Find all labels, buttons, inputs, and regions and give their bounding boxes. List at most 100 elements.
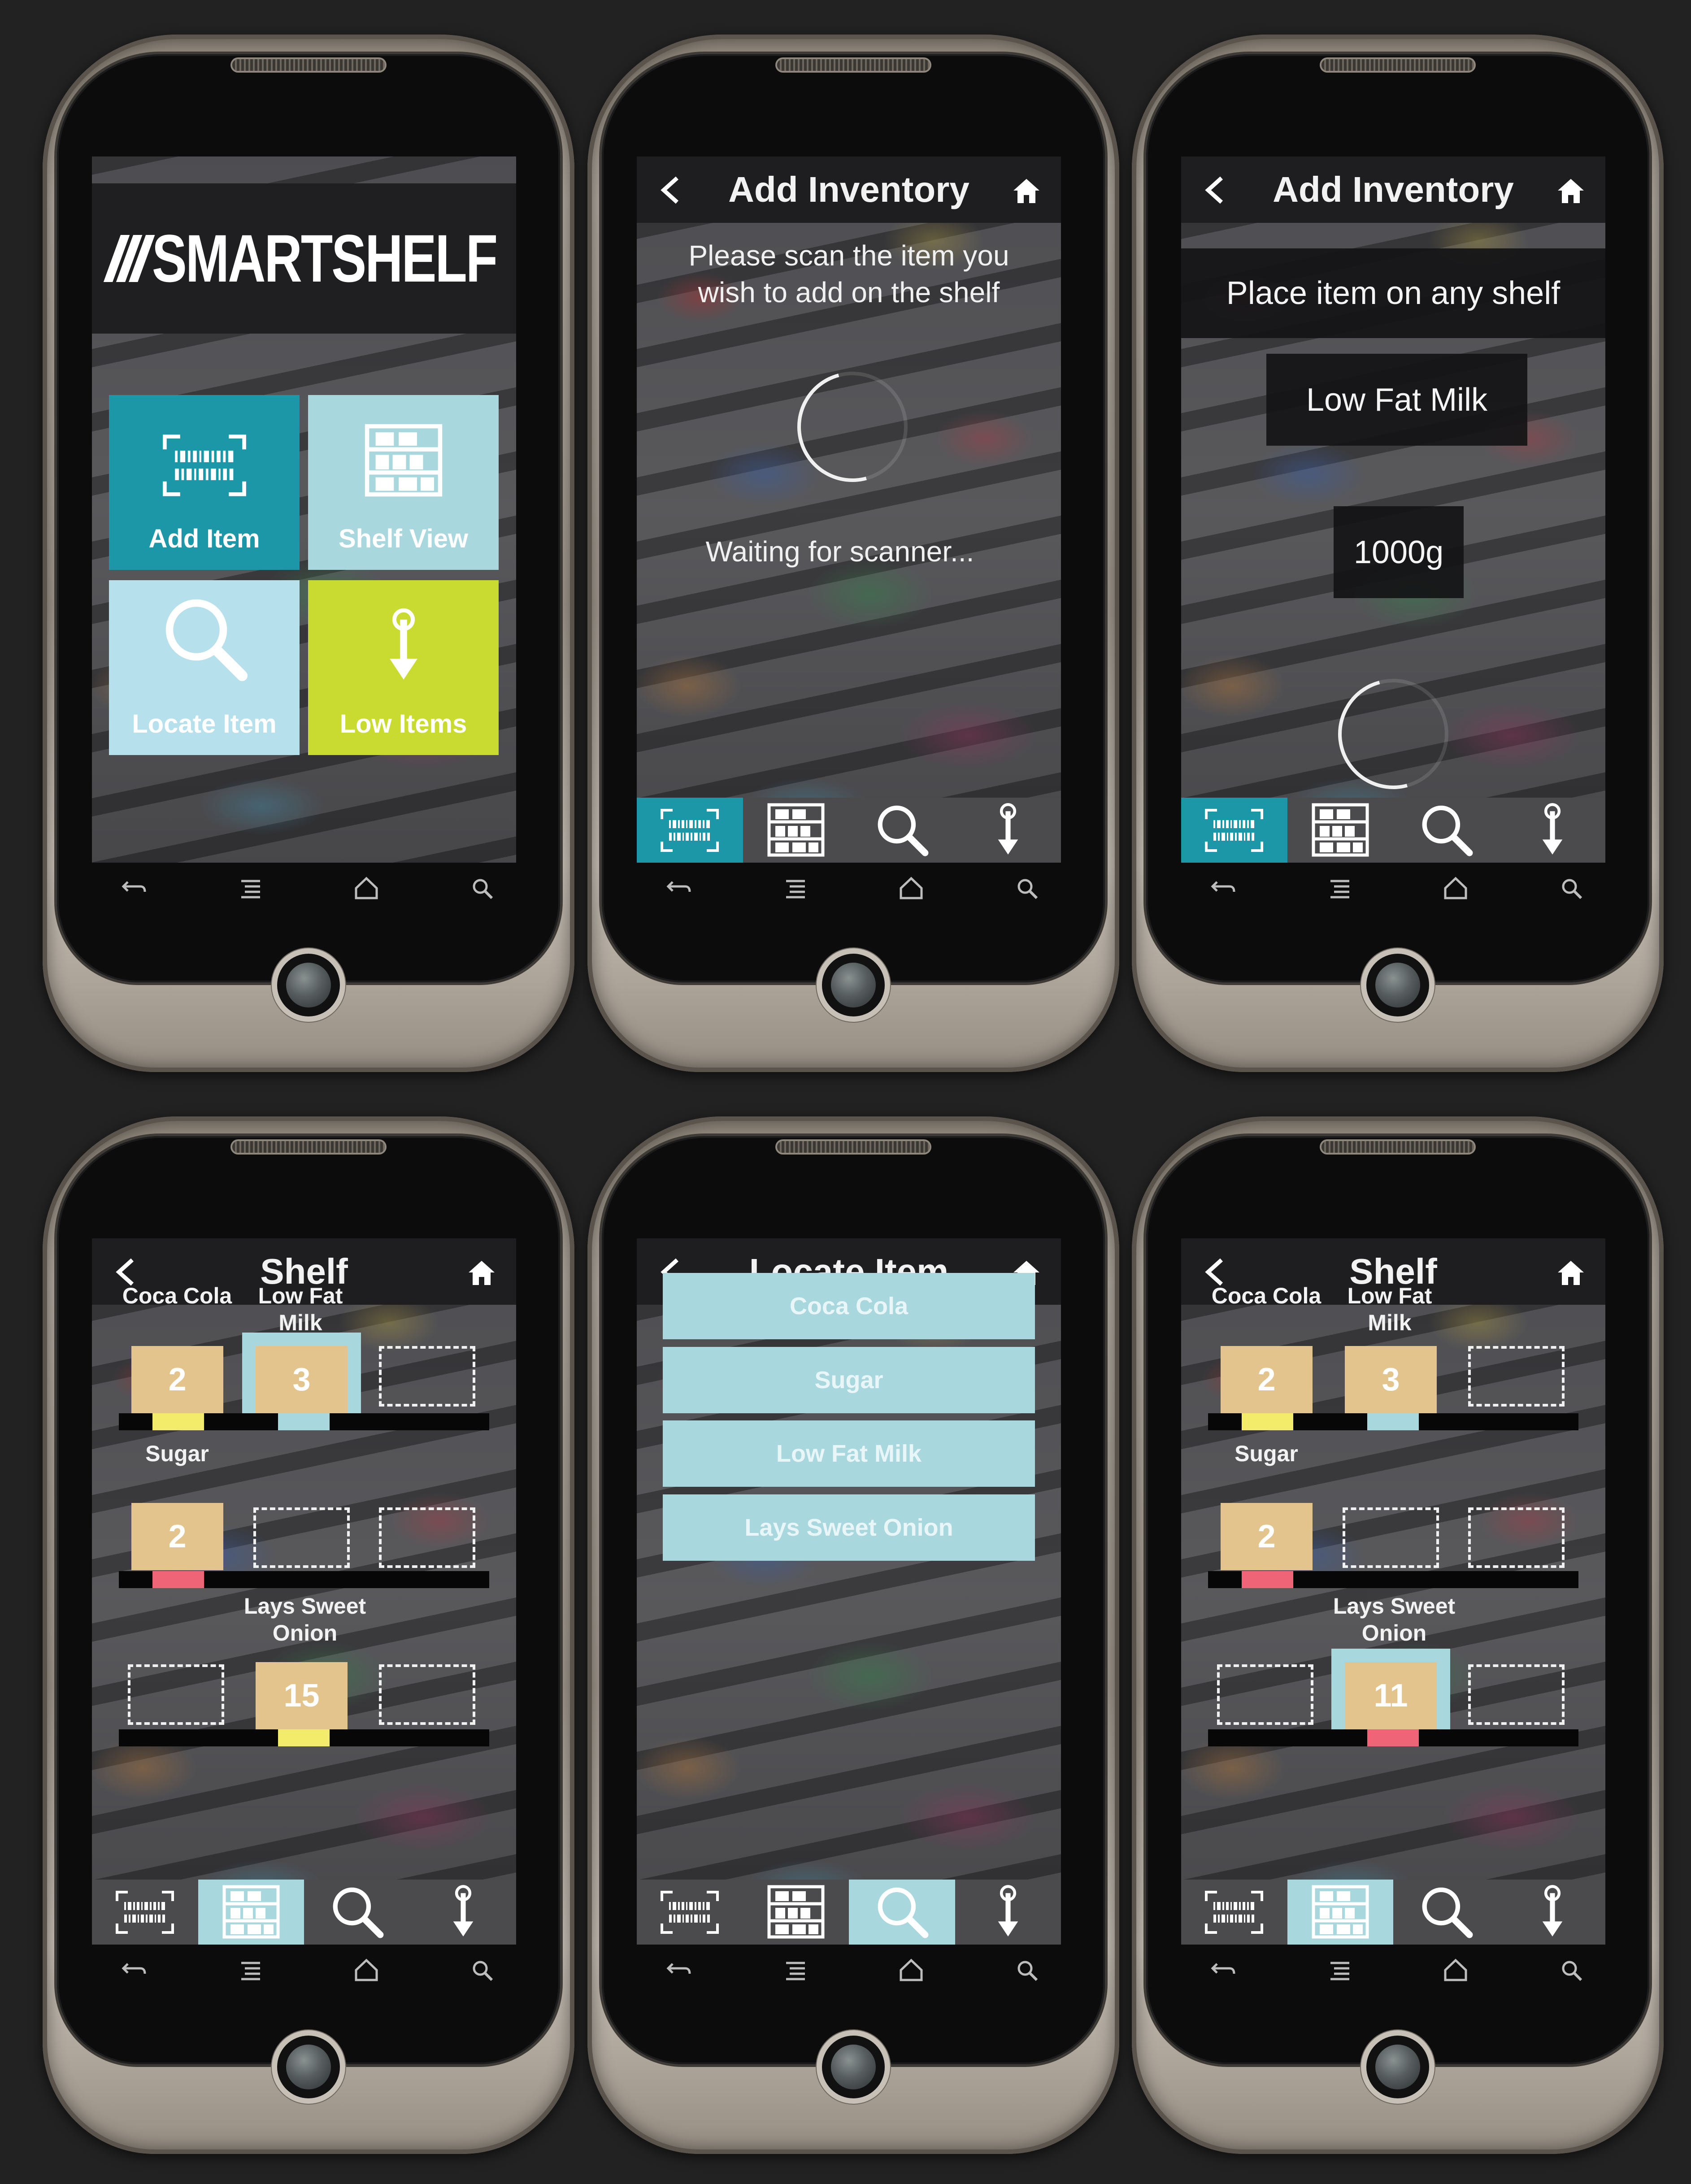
bottom-nav	[1181, 1880, 1605, 1945]
softkey-back[interactable]	[659, 1950, 700, 1991]
empty-slot[interactable]	[1217, 1664, 1313, 1725]
locate-list-item[interactable]: Coca Cola	[663, 1273, 1035, 1339]
nav-locate-item[interactable]	[1393, 798, 1500, 863]
softkey-menu[interactable]	[775, 868, 816, 909]
search-icon	[326, 1883, 388, 1941]
product-label: Lays Sweet Onion	[243, 1593, 366, 1646]
softkey-home[interactable]	[1435, 868, 1476, 909]
trackball[interactable]	[1366, 2036, 1429, 2098]
empty-slot[interactable]	[1468, 1664, 1565, 1725]
nav-low-items[interactable]	[1500, 1880, 1606, 1945]
softkey-search[interactable]	[1552, 868, 1592, 909]
nav-shelf-view[interactable]	[1287, 798, 1394, 863]
locate-list-item[interactable]: Sugar	[663, 1347, 1035, 1413]
empty-slot[interactable]	[253, 1507, 350, 1568]
back-icon	[659, 868, 700, 909]
menu-icon	[230, 1950, 271, 1991]
scan-screen: Add Inventory Please scan the item you w…	[637, 156, 1061, 863]
softkey-home[interactable]	[346, 1950, 387, 1991]
nav-locate-item[interactable]	[304, 1880, 410, 1945]
home-icon[interactable]	[1555, 175, 1587, 207]
softkey-menu[interactable]	[230, 1950, 271, 1991]
trackball[interactable]	[277, 2036, 340, 2098]
empty-slot[interactable]	[379, 1346, 475, 1407]
menu-icon	[1320, 1950, 1360, 1991]
trackball[interactable]	[822, 2036, 885, 2098]
softkey-home[interactable]	[346, 868, 387, 909]
nav-shelf-view[interactable]	[743, 798, 849, 863]
shelf-bar	[1208, 1571, 1578, 1588]
search-icon	[1552, 1950, 1592, 1991]
softkey-menu[interactable]	[1320, 868, 1360, 909]
home-icon[interactable]	[1555, 1257, 1587, 1289]
nav-add-item[interactable]	[1181, 1880, 1287, 1945]
nav-low-items[interactable]	[410, 1880, 517, 1945]
home-icon[interactable]	[466, 1257, 497, 1289]
locate-list-item[interactable]: Low Fat Milk	[663, 1420, 1035, 1487]
softkey-menu[interactable]	[1320, 1950, 1360, 1991]
item-count[interactable]: 2	[1221, 1503, 1313, 1570]
nav-add-item[interactable]	[1181, 798, 1287, 863]
nav-locate-item[interactable]	[849, 1880, 955, 1945]
home-icon[interactable]	[1011, 175, 1042, 207]
empty-slot[interactable]	[1343, 1507, 1439, 1568]
softkey-search[interactable]	[1007, 868, 1048, 909]
empty-slot[interactable]	[379, 1507, 475, 1568]
place-screen: Add Inventory Place item on any shelf Lo…	[1181, 156, 1605, 863]
softkey-search[interactable]	[462, 868, 503, 909]
softkey-back[interactable]	[114, 868, 155, 909]
add-item-tile[interactable]: Add Item	[109, 395, 300, 570]
back-icon	[114, 1950, 155, 1991]
empty-slot[interactable]	[379, 1664, 475, 1725]
nav-locate-item[interactable]	[849, 798, 955, 863]
softkey-menu[interactable]	[230, 868, 271, 909]
item-count[interactable]: 3	[1345, 1346, 1437, 1413]
shelf-icon	[1309, 1883, 1372, 1941]
nav-locate-item[interactable]	[1393, 1880, 1500, 1945]
place-instruction: Place item on any shelf	[1181, 248, 1605, 338]
softkey-home[interactable]	[1435, 1950, 1476, 1991]
locate-item-tile[interactable]: Locate Item	[109, 580, 300, 755]
empty-slot[interactable]	[1468, 1346, 1565, 1407]
nav-shelf-view[interactable]	[198, 1880, 304, 1945]
barcode-icon	[160, 430, 249, 501]
softkey-back[interactable]	[1204, 868, 1244, 909]
item-count[interactable]: 15	[256, 1662, 348, 1729]
nav-add-item[interactable]	[92, 1880, 198, 1945]
nav-low-items[interactable]	[1500, 798, 1606, 863]
item-count[interactable]: 11	[1345, 1662, 1437, 1729]
trackball[interactable]	[822, 954, 885, 1016]
softkey-back[interactable]	[114, 1950, 155, 1991]
phone-place: Add Inventory Place item on any shelf Lo…	[1132, 35, 1664, 1072]
empty-slot[interactable]	[1468, 1507, 1565, 1568]
tile-label: Shelf View	[338, 524, 469, 553]
low-items-tile[interactable]: Low Items	[308, 580, 499, 755]
thermometer-down-icon	[977, 1883, 1039, 1941]
nav-shelf-view[interactable]	[743, 1880, 849, 1945]
item-count[interactable]: 3	[256, 1346, 348, 1413]
nav-low-items[interactable]	[955, 798, 1061, 863]
softkey-search[interactable]	[1007, 1950, 1048, 1991]
stock-indicator	[1367, 1729, 1419, 1746]
item-count[interactable]: 2	[1221, 1346, 1313, 1413]
empty-slot[interactable]	[128, 1664, 224, 1725]
shelf-view-tile[interactable]: Shelf View	[308, 395, 499, 570]
item-count[interactable]: 2	[131, 1346, 223, 1413]
trackball[interactable]	[1366, 954, 1429, 1016]
nav-add-item[interactable]	[637, 798, 743, 863]
softkey-search[interactable]	[462, 1950, 503, 1991]
nav-low-items[interactable]	[955, 1880, 1061, 1945]
android-softkeys	[659, 1950, 1048, 1991]
trackball[interactable]	[277, 954, 340, 1016]
product-label: Coca Cola	[122, 1283, 232, 1308]
softkey-home[interactable]	[891, 1950, 931, 1991]
softkey-back[interactable]	[1204, 1950, 1244, 1991]
softkey-menu[interactable]	[775, 1950, 816, 1991]
item-count[interactable]: 2	[131, 1503, 223, 1570]
softkey-search[interactable]	[1552, 1950, 1592, 1991]
nav-add-item[interactable]	[637, 1880, 743, 1945]
softkey-back[interactable]	[659, 868, 700, 909]
softkey-home[interactable]	[891, 868, 931, 909]
nav-shelf-view[interactable]	[1287, 1880, 1393, 1945]
locate-list-item[interactable]: Lays Sweet Onion	[663, 1494, 1035, 1561]
